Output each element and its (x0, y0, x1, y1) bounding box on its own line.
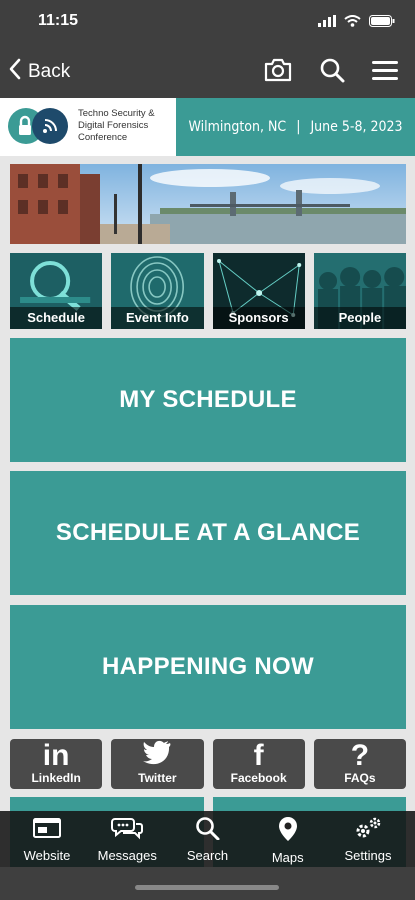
hero-image-waterfront (10, 164, 406, 244)
linkedin-label: LinkedIn (31, 771, 81, 785)
back-button[interactable]: Back (8, 58, 70, 86)
facebook-button[interactable]: f Facebook (212, 739, 305, 789)
tab-search-label: Search (186, 848, 229, 863)
tab-maps[interactable]: Maps (249, 811, 327, 867)
faqs-label: FAQs (344, 771, 376, 785)
tab-settings-label: Settings (344, 848, 392, 863)
tile-people[interactable]: People (313, 253, 406, 329)
status-time: 11:15 (38, 12, 79, 29)
org-name-line1: Techno Security & (78, 108, 155, 119)
linkedin-button[interactable]: in LinkedIn (10, 739, 103, 789)
signal-icon (318, 14, 336, 32)
happening-now-button[interactable]: HAPPENING NOW (10, 605, 406, 729)
org-name: Techno Security & Digital Forensics Conf… (78, 108, 176, 144)
schedule-at-a-glance-button[interactable]: SCHEDULE AT A GLANCE (10, 471, 406, 595)
tab-website-label: Website (23, 848, 71, 863)
event-info-strip: Wilmington, NC | June 5-8, 2023 (176, 98, 415, 156)
twitter-label: Twitter (138, 771, 177, 785)
conference-banner: Techno Security & Digital Forensics Conf… (0, 98, 415, 156)
tile-sponsors-label: Sponsors (212, 307, 305, 329)
map-pin-icon (277, 816, 299, 847)
org-name-line3: Conference (78, 132, 128, 143)
logo-signal-circle (32, 108, 68, 144)
tab-maps-label: Maps (271, 850, 304, 865)
org-name-line2: Digital Forensics (78, 120, 149, 131)
question-icon: ? (350, 739, 370, 772)
tab-settings[interactable]: Settings (329, 811, 407, 867)
my-schedule-button[interactable]: MY SCHEDULE (10, 338, 406, 462)
tile-people-label: People (313, 307, 406, 329)
battery-icon (369, 14, 395, 32)
event-separator: | (296, 119, 301, 135)
tile-schedule-label: Schedule (10, 307, 103, 329)
tab-website[interactable]: Website (8, 811, 86, 867)
tab-messages[interactable]: Messages (88, 811, 166, 867)
tile-schedule[interactable]: Schedule (10, 253, 103, 329)
bottom-tab-bar: Website Messages Search Maps Settings (0, 811, 415, 867)
website-icon (32, 816, 62, 845)
tab-search[interactable]: Search (169, 811, 247, 867)
nav-bar: Back (0, 44, 415, 98)
messages-icon (111, 816, 144, 845)
gears-icon (353, 816, 383, 845)
search-icon (195, 816, 221, 845)
linkedin-icon: in (42, 739, 70, 772)
home-indicator-area (0, 867, 415, 900)
faqs-button[interactable]: ? FAQs (313, 739, 406, 789)
quick-nav-tiles: Schedule Event Info Sponsors People (10, 253, 406, 329)
chevron-left-icon (8, 58, 22, 86)
conference-logo: Techno Security & Digital Forensics Conf… (0, 98, 176, 156)
menu-icon[interactable] (371, 58, 399, 87)
tab-messages-label: Messages (97, 848, 157, 863)
camera-icon[interactable] (263, 57, 293, 88)
social-links: in LinkedIn Twitter f Facebook ? FAQs (10, 739, 406, 789)
search-icon[interactable] (319, 57, 345, 88)
facebook-icon: f (253, 739, 264, 772)
tile-event-info-label: Event Info (111, 307, 204, 329)
twitter-icon (142, 739, 172, 771)
tile-event-info[interactable]: Event Info (111, 253, 204, 329)
event-location: Wilmington, NC (188, 119, 287, 135)
facebook-label: Facebook (230, 771, 287, 785)
back-label: Back (28, 61, 71, 82)
nav-actions (263, 57, 399, 88)
event-dates: June 5-8, 2023 (310, 119, 403, 135)
tile-sponsors[interactable]: Sponsors (212, 253, 305, 329)
wifi-icon (344, 14, 361, 32)
twitter-button[interactable]: Twitter (111, 739, 204, 789)
status-bar: 11:15 (0, 0, 415, 44)
status-icons (318, 14, 395, 32)
home-indicator[interactable] (135, 885, 279, 890)
